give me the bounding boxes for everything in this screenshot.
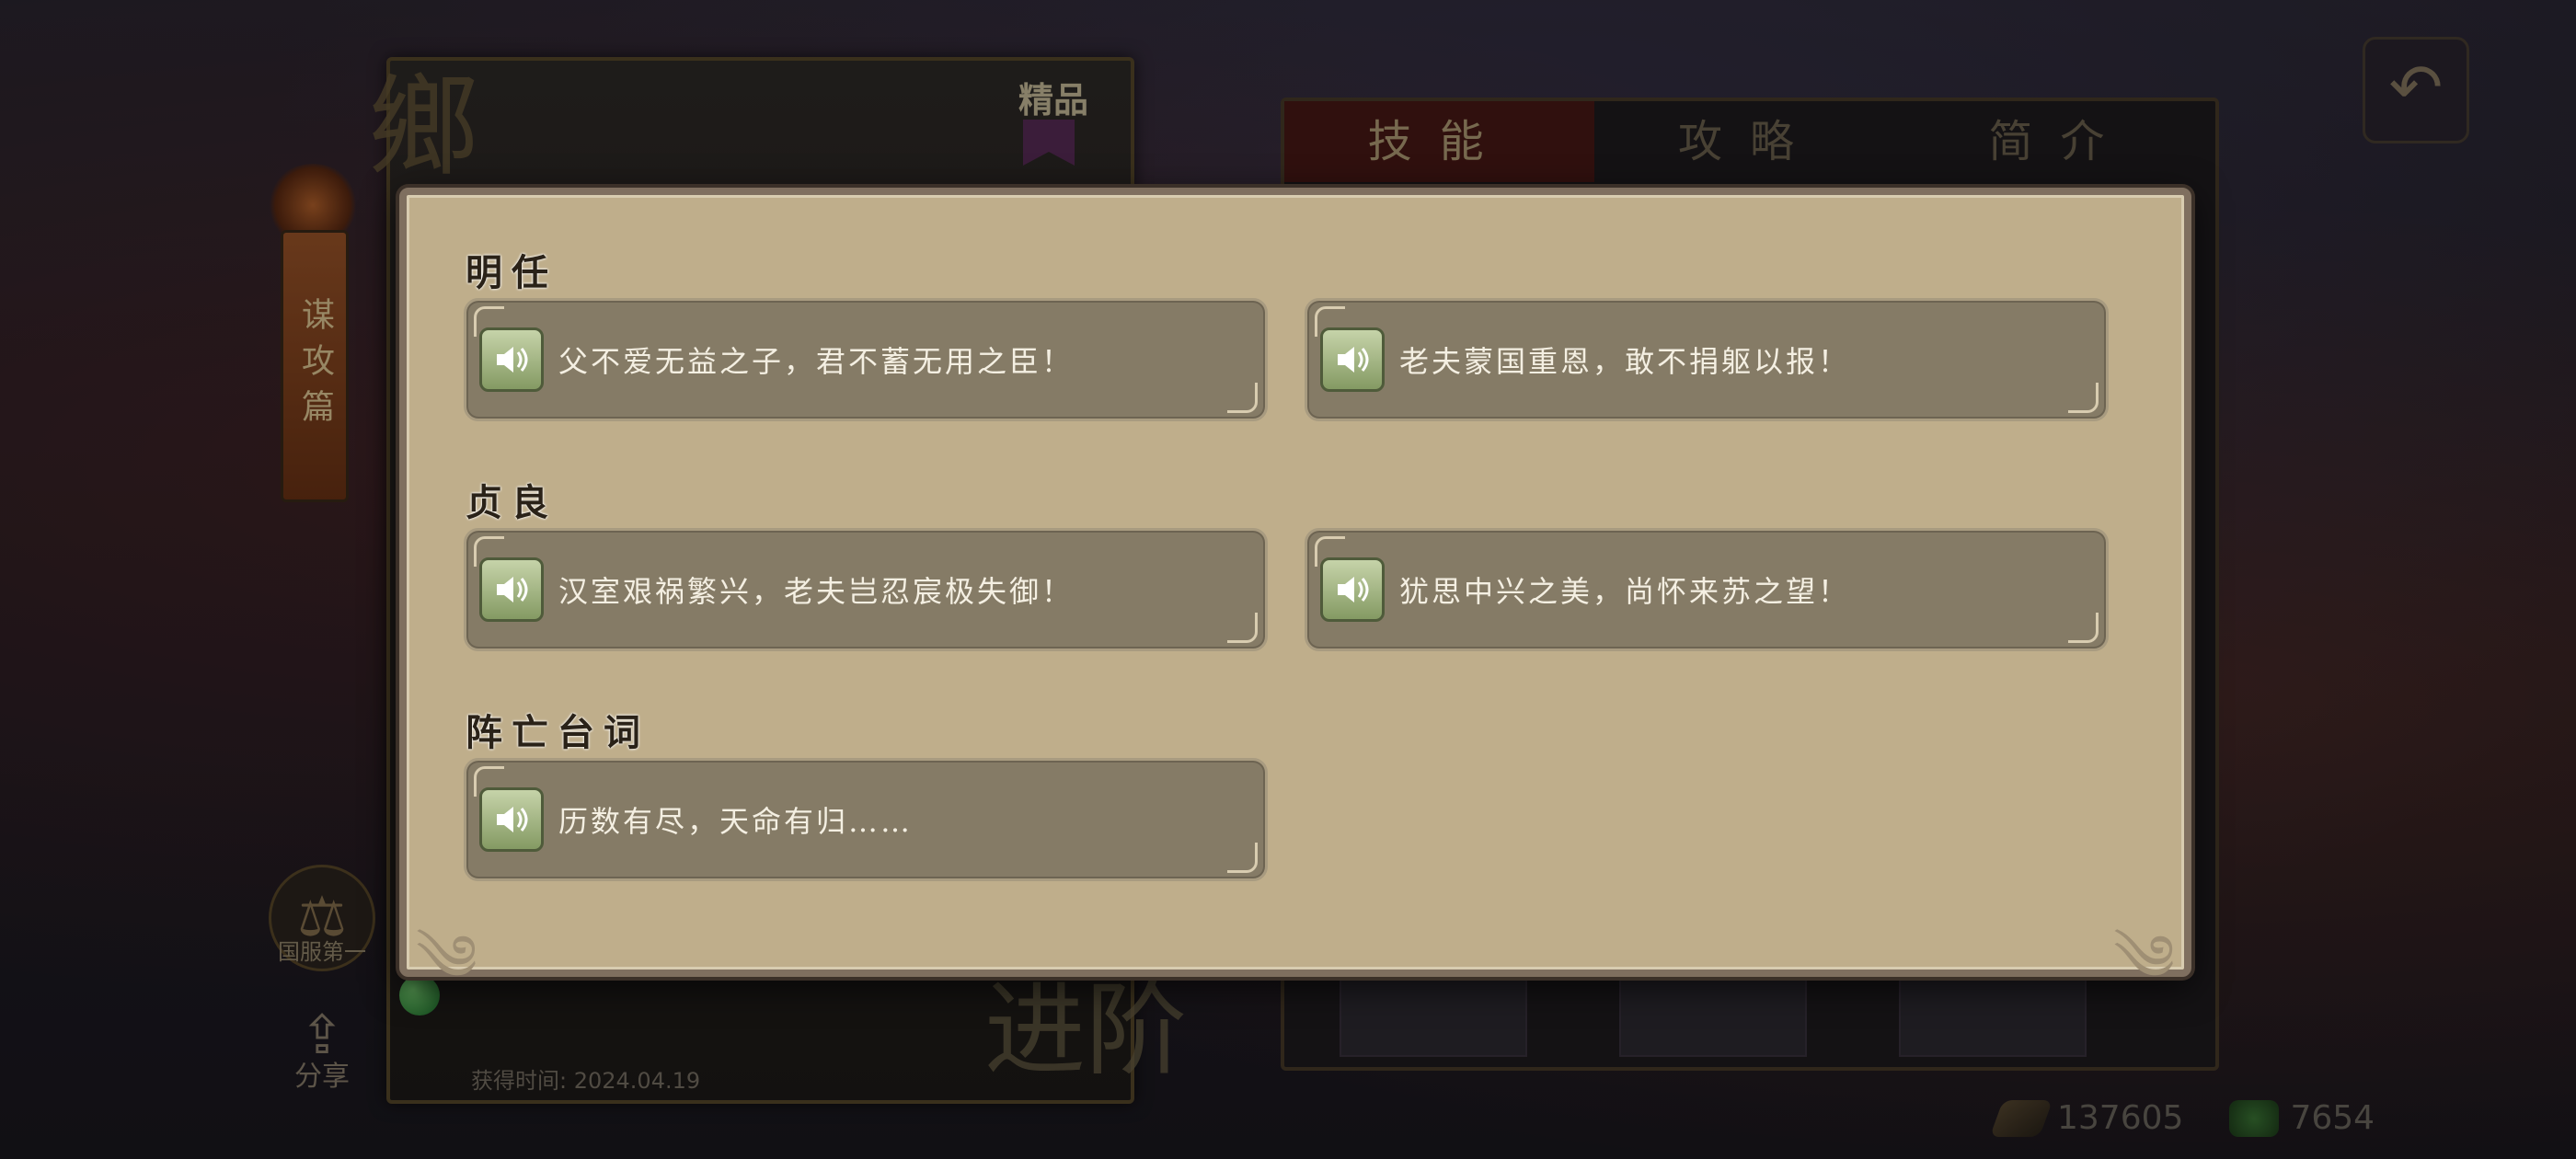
voice-line-text: 父不爱无益之子，君不蓄无用之臣！: [558, 344, 1075, 379]
corner-ornament-icon: ༄: [416, 921, 477, 996]
section-title: 阵亡台词: [466, 711, 650, 754]
speaker-icon[interactable]: [479, 327, 544, 392]
voice-line[interactable]: 汉室艰祸繁兴，老夫岂忍宸极失御！: [464, 528, 1268, 651]
corner-ornament-icon: ༄: [2113, 921, 2175, 996]
voice-line-text: 历数有尽，天命有归……: [558, 804, 914, 839]
speaker-icon[interactable]: [1320, 557, 1385, 622]
voice-line[interactable]: 犹思中兴之美，尚怀来苏之望！: [1305, 528, 2109, 651]
voice-line[interactable]: 老夫蒙国重恩，敢不捐躯以报！: [1305, 298, 2109, 421]
section-title: 明任: [466, 251, 558, 294]
speaker-icon[interactable]: [1320, 327, 1385, 392]
section-title: 贞良: [466, 481, 558, 524]
speaker-icon[interactable]: [479, 557, 544, 622]
speaker-icon[interactable]: [479, 787, 544, 852]
voice-line-text: 犹思中兴之美，尚怀来苏之望！: [1399, 574, 1851, 609]
voice-lines-modal: ༄ ༄ 明任 父不爱无益之子，君不蓄无用之臣！ 老夫蒙国重恩，敢不捐躯以报！ 贞…: [399, 188, 2191, 996]
voice-line[interactable]: 父不爱无益之子，君不蓄无用之臣！: [464, 298, 1268, 421]
voice-line-text: 汉室艰祸繁兴，老夫岂忍宸极失御！: [558, 574, 1075, 609]
voice-line-text: 老夫蒙国重恩，敢不捐躯以报！: [1399, 344, 1851, 379]
voice-line[interactable]: 历数有尽，天命有归……: [464, 758, 1268, 881]
